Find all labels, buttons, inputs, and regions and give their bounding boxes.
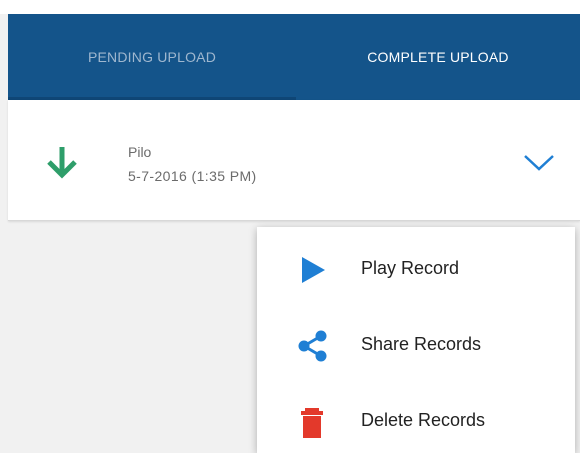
top-strip <box>0 0 580 14</box>
play-icon <box>302 257 325 283</box>
record-context-menu: Play Record Share Records Delete Records <box>257 227 575 453</box>
menu-item-label: Play Record <box>361 258 460 278</box>
menu-item-delete-records[interactable]: Delete Records <box>257 383 575 453</box>
tab-pending-upload[interactable]: PENDING UPLOAD <box>8 14 296 100</box>
menu-item-play-record[interactable]: Play Record <box>257 231 575 305</box>
tab-complete-upload[interactable]: COMPLETE UPLOAD <box>296 14 580 100</box>
record-name: Pilo <box>128 144 152 160</box>
tab-bar: PENDING UPLOAD COMPLETE UPLOAD <box>8 14 580 100</box>
trash-icon <box>301 408 323 438</box>
record-date: 5-7-2016 (1:35 PM) <box>128 168 257 184</box>
chevron-down-icon[interactable] <box>523 153 555 173</box>
share-icon <box>298 330 327 362</box>
menu-item-label: Share Records <box>361 334 482 354</box>
record-list-item[interactable]: Pilo 5-7-2016 (1:35 PM) <box>8 100 580 221</box>
download-arrow-icon <box>47 147 77 179</box>
menu-item-label: Delete Records <box>361 410 486 430</box>
menu-item-share-records[interactable]: Share Records <box>257 307 575 381</box>
app-screen: PENDING UPLOAD COMPLETE UPLOAD Pilo 5-7-… <box>0 0 580 453</box>
